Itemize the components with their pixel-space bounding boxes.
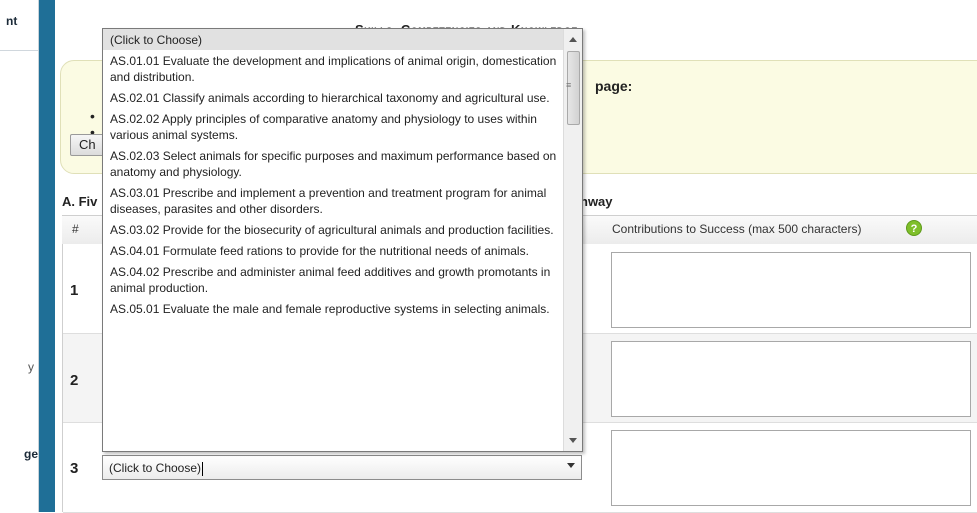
dropdown-option[interactable]: AS.03.01 Prescribe and implement a preve… bbox=[103, 182, 564, 219]
section-heading: A. Fiv bbox=[62, 194, 98, 209]
dropdown-option[interactable]: AS.03.02 Provide for the biosecurity of … bbox=[103, 219, 564, 240]
sidebar-item-label[interactable]: nt bbox=[6, 14, 17, 28]
instructions-title: page: bbox=[595, 78, 633, 94]
competency-select[interactable]: (Click to Choose) bbox=[102, 455, 582, 480]
section-heading-tail: hway bbox=[580, 194, 613, 209]
scroll-down-arrow-icon[interactable] bbox=[569, 438, 577, 443]
dropdown-option[interactable]: AS.04.01 Formulate feed rations to provi… bbox=[103, 240, 564, 261]
sidebar-item-label[interactable]: y bbox=[28, 360, 34, 374]
row-number: 1 bbox=[70, 282, 79, 299]
text-caret bbox=[202, 461, 204, 476]
row-number: 3 bbox=[70, 460, 79, 477]
competency-dropdown-list[interactable]: (Click to Choose) AS.01.01 Evaluate the … bbox=[102, 28, 583, 452]
row-number: 2 bbox=[70, 372, 79, 389]
dropdown-option[interactable]: AS.04.02 Prescribe and administer animal… bbox=[103, 261, 564, 298]
dropdown-option[interactable]: AS.05.01 Evaluate the male and female re… bbox=[103, 298, 564, 319]
chevron-down-icon[interactable] bbox=[567, 463, 575, 468]
dropdown-option[interactable]: AS.02.01 Classify animals according to h… bbox=[103, 87, 564, 108]
help-icon[interactable]: ? bbox=[906, 220, 922, 236]
sidebar-item-label[interactable]: ge bbox=[24, 447, 38, 461]
dropdown-options: (Click to Choose) AS.01.01 Evaluate the … bbox=[103, 29, 564, 319]
dropdown-scrollbar[interactable] bbox=[563, 29, 582, 451]
sidebar-panel: nt y ge bbox=[0, 0, 39, 512]
contributions-textarea[interactable] bbox=[611, 252, 971, 328]
competency-select-value: (Click to Choose) bbox=[109, 461, 202, 475]
instructions-bullet: • bbox=[90, 108, 95, 124]
column-header-contributions: Contributions to Success (max 500 charac… bbox=[612, 222, 862, 236]
scroll-up-arrow-icon[interactable] bbox=[569, 37, 577, 42]
contributions-textarea[interactable] bbox=[611, 430, 971, 506]
dropdown-option[interactable]: AS.02.03 Select animals for specific pur… bbox=[103, 145, 564, 182]
dropdown-option[interactable]: AS.01.01 Evaluate the development and im… bbox=[103, 50, 564, 87]
dropdown-option[interactable]: AS.02.02 Apply principles of comparative… bbox=[103, 108, 564, 145]
dropdown-option[interactable]: (Click to Choose) bbox=[103, 29, 564, 50]
sidebar-divider bbox=[0, 50, 38, 51]
contributions-textarea[interactable] bbox=[611, 341, 971, 417]
column-header-number: # bbox=[72, 222, 79, 236]
scroll-thumb-grip-icon: ≡ bbox=[566, 80, 572, 90]
